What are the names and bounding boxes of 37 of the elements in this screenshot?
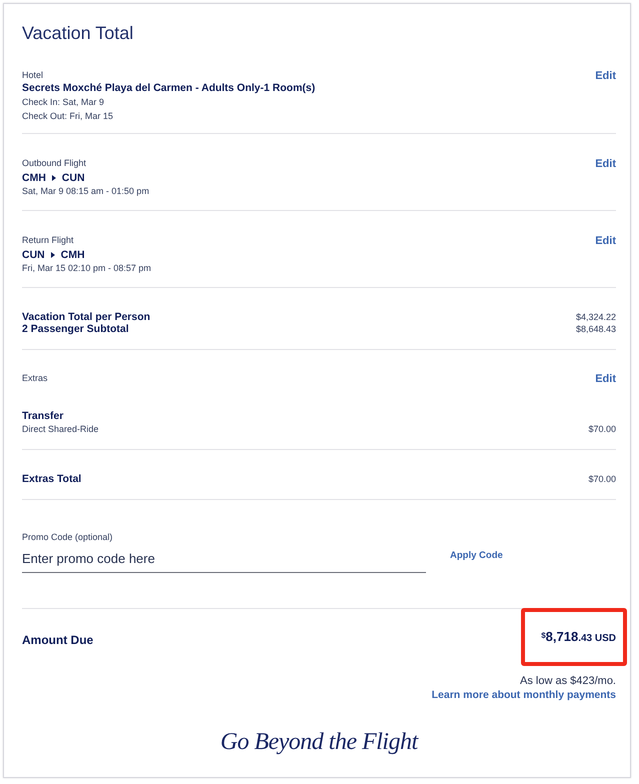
airport-code: CMH bbox=[60, 248, 85, 262]
stay-date: Check Out: Fri, Mar 15 bbox=[22, 110, 114, 123]
section-label: Hotel bbox=[22, 69, 44, 81]
edit-link[interactable]: Edit bbox=[595, 372, 616, 386]
total-label: Vacation Total per Person bbox=[22, 311, 150, 323]
flight-time: Sat, Mar 9 08:15 am - 01:50 pm bbox=[22, 185, 150, 197]
extra-price: $70.00 bbox=[588, 423, 616, 435]
total-amount: $70.00 bbox=[588, 473, 616, 485]
apply-code-button[interactable]: Apply Code bbox=[450, 550, 503, 560]
edit-link[interactable]: Edit bbox=[595, 234, 616, 248]
airport-code: CUN bbox=[22, 248, 45, 262]
tagline-logo: Go Beyond the Flight bbox=[220, 728, 418, 757]
extra-detail: Direct Shared-Ride bbox=[22, 423, 99, 435]
amount-due-value: $^{$}$8,718.43 USD bbox=[541, 629, 616, 644]
section-label: Extras bbox=[22, 372, 48, 384]
page-title: Vacation Total bbox=[22, 22, 134, 45]
promo-label: Promo Code (optional) bbox=[22, 531, 114, 543]
promo-code-field[interactable]: Enter promo code here bbox=[22, 545, 426, 573]
installment-text: As low as $423/mo. bbox=[520, 674, 616, 688]
amount-due-label: Amount Due bbox=[22, 632, 94, 646]
total-amount: $4,324.22 bbox=[576, 311, 616, 323]
edit-link[interactable]: Edit bbox=[595, 157, 616, 171]
triangle-icon bbox=[50, 252, 55, 258]
monthly-payments-link[interactable]: Learn more about monthly payments bbox=[432, 688, 616, 702]
extra-name: Transfer bbox=[22, 410, 64, 423]
total-label: Extras Total bbox=[22, 473, 82, 485]
triangle-icon bbox=[52, 175, 56, 181]
total-label: 2 Passenger Subtotal bbox=[22, 323, 129, 335]
flight-time: Fri, Mar 15 02:10 pm - 08:57 pm bbox=[22, 262, 152, 274]
hotel-name: Secrets Moxché Playa del Carmen - Adults Only-1 Room(s) bbox=[22, 82, 316, 95]
stay-date: Check In: Sat, Mar 9 bbox=[22, 96, 104, 109]
section-label: Outbound Flight bbox=[22, 157, 86, 169]
airport-code: CMH bbox=[22, 171, 46, 185]
section-label: Return Flight bbox=[22, 234, 74, 246]
edit-link[interactable]: Edit bbox=[595, 69, 616, 83]
total-amount: $8,648.43 bbox=[576, 323, 616, 335]
airport-code: CUN bbox=[62, 171, 85, 185]
